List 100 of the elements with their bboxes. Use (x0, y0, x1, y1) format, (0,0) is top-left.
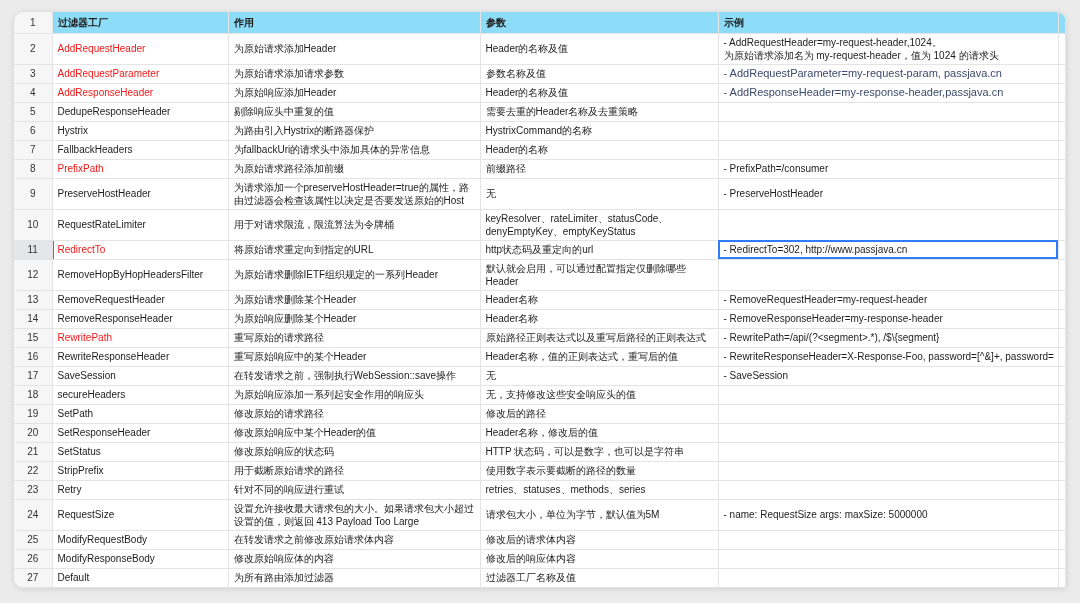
table-cell: 为原始响应删除某个Header (228, 309, 480, 328)
table-cell: RedirectTo (52, 240, 228, 259)
table-cell: RemoveRequestHeader (52, 290, 228, 309)
table-cell: Header名称 (480, 290, 718, 309)
table-cell: 请求包大小，单位为字节，默认值为5M (480, 499, 718, 530)
table-cell: 无 (480, 178, 718, 209)
column-header: 过滤器工厂 (52, 12, 228, 33)
table-cell: SetPath (52, 404, 228, 423)
table-cell: Default (52, 568, 228, 587)
table-cell: SetResponseHeader (52, 423, 228, 442)
table-cell: - RemoveResponseHeader=my-response-header (718, 309, 1058, 328)
table-cell: SaveSession (52, 366, 228, 385)
table-cell: Header名称，值的正则表达式，重写后的值 (480, 347, 718, 366)
table-cell: 需要去重的Header名称及去重策略 (480, 102, 718, 121)
table-cell: 修改原始响应的状态码 (228, 442, 480, 461)
table-cell: ModifyResponseBody (52, 549, 228, 568)
table-cell: 为原始请求删除IETF组织规定的一系列Header (228, 259, 480, 290)
table-cell: - name: RequestSize args: maxSize: 5000000 (718, 499, 1058, 530)
table-cell: 为原始请求删除某个Header (228, 290, 480, 309)
row-number[interactable]: 24 (14, 499, 52, 530)
table-cell: 为所有路由添加过滤器 (228, 568, 480, 587)
table-cell: - RewriteResponseHeader=X-Response-Foo, password=[^&]+, password= (718, 347, 1058, 366)
table-cell: 无 (480, 366, 718, 385)
column-header: 示例 (718, 12, 1058, 33)
table-cell: 在转发请求之前，强制执行WebSession::save操作 (228, 366, 480, 385)
table-cell: 无，支持修改这些安全响应头的值 (480, 385, 718, 404)
table-cell: RemoveHopByHopHeadersFilter (52, 259, 228, 290)
table-cell: 针对不同的响应进行重试 (228, 480, 480, 499)
table-cell: HystrixCommand的名称 (480, 121, 718, 140)
table-cell: - PreserveHostHeader (718, 178, 1058, 209)
table-cell: - RedirectTo=302, http://www.passjava.cn (718, 240, 1058, 259)
table-cell: 修改后的请求体内容 (480, 530, 718, 549)
table-cell: 为路由引入Hystrix的断路器保护 (228, 121, 480, 140)
table-cell: Hystrix (52, 121, 228, 140)
row-number: 1 (14, 12, 52, 33)
table-cell: 将原始请求重定向到指定的URL (228, 240, 480, 259)
table-cell: 重写原始的请求路径 (228, 328, 480, 347)
table-cell: DedupeResponseHeader (52, 102, 228, 121)
table-cell: - SaveSession (718, 366, 1058, 385)
table-cell: RequestSize (52, 499, 228, 530)
table-cell: 在转发请求之前修改原始请求体内容 (228, 530, 480, 549)
table-cell: 使用数字表示要截断的路径的数量 (480, 461, 718, 480)
table-cell: - RewritePath=/api/(?<segment>.*), /$\{segment} (718, 328, 1058, 347)
table-cell: 设置允许接收最大请求包的大小。如果请求包大小超过设置的值，则返回 413 Payload Too Large (228, 499, 480, 530)
table-cell: RewriteResponseHeader (52, 347, 228, 366)
table-cell: 为请求添加一个preserveHostHeader=true的属性，路由过滤器会检查该属性以决定是否要发送原始的Host (228, 178, 480, 209)
table-cell: RemoveResponseHeader (52, 309, 228, 328)
table-cell: AddResponseHeader (52, 83, 228, 102)
table-cell: 修改原始的请求路径 (228, 404, 480, 423)
table-cell: 过滤器工厂名称及值 (480, 568, 718, 587)
table-cell-line: 为原始请求添加名为 my-request-header，值为 1024 的请求头 (723, 48, 1000, 62)
table-cell: 用于截断原始请求的路径 (228, 461, 480, 480)
table-cell: 为原始请求添加Header (228, 33, 480, 64)
table-cell: 为原始请求添加请求参数 (228, 64, 480, 83)
table-cell: 用于对请求限流，限流算法为令牌桶 (228, 209, 480, 240)
table-cell: 修改原始响应体的内容 (228, 549, 480, 568)
table-cell: 参数名称及值 (480, 64, 718, 83)
table-cell: 为原始请求路径添加前缀 (228, 159, 480, 178)
table-cell: - RemoveRequestHeader=my-request-header (718, 290, 1058, 309)
table-cell: FallbackHeaders (52, 140, 228, 159)
table-cell: - PrefixPath=/consumer (718, 159, 1058, 178)
table-cell: StripPrefix (52, 461, 228, 480)
table-cell: Header的名称 (480, 140, 718, 159)
table-cell: Header的名称及值 (480, 83, 718, 102)
table-cell: - AddRequestParameter=my-request-param, passjava.cn (718, 64, 1058, 83)
table-cell: AddRequestHeader (52, 33, 228, 64)
table-cell: ModifyRequestBody (52, 530, 228, 549)
table-cell: 前缀路径 (480, 159, 718, 178)
table-cell: 为fallbackUri的请求头中添加具体的异常信息 (228, 140, 480, 159)
table-cell: 为原始响应添加一系列起安全作用的响应头 (228, 385, 480, 404)
table-cell: 剔除响应头中重复的值 (228, 102, 480, 121)
table-cell: - AddResponseHeader=my-response-header,passjava.cn (718, 83, 1058, 102)
table-cell: 修改后的响应体内容 (480, 549, 718, 568)
table-cell: PreserveHostHeader (52, 178, 228, 209)
table-cell: 修改后的路径 (480, 404, 718, 423)
table-cell: keyResolver、rateLimiter、statusCode、denyEmptyKey、emptyKeyStatus (480, 209, 718, 240)
table-cell: AddRequestParameter (52, 64, 228, 83)
table-cell: SetStatus (52, 442, 228, 461)
table-cell: 原始路径正则表达式以及重写后路径的正则表达式 (480, 328, 718, 347)
table-cell: HTTP 状态码，可以是数字，也可以是字符串 (480, 442, 718, 461)
table-cell: 默认就会启用，可以通过配置指定仅删除哪些Header (480, 259, 718, 290)
column-header: 参数 (480, 12, 718, 33)
table-cell: 重写原始响应中的某个Header (228, 347, 480, 366)
table-cell: RequestRateLimiter (52, 209, 228, 240)
row-number[interactable]: 10 (14, 209, 52, 240)
table-cell: PrefixPath (52, 159, 228, 178)
row-number[interactable]: 2 (14, 33, 52, 64)
table-cell: secureHeaders (52, 385, 228, 404)
table-cell: retries、statuses、methods、series (480, 480, 718, 499)
column-header: 作用 (228, 12, 480, 33)
table-cell-line: - AddRequestHeader=my-request-header,1024。 (723, 35, 943, 49)
table-cell: Header名称 (480, 309, 718, 328)
row-number[interactable]: 9 (14, 178, 52, 209)
table-cell: 为原始响应添加Header (228, 83, 480, 102)
table-cell: Retry (52, 480, 228, 499)
table-cell: Header的名称及值 (480, 33, 718, 64)
table-cell: 修改原始响应中某个Header的值 (228, 423, 480, 442)
table-cell: Header名称，修改后的值 (480, 423, 718, 442)
table-cell: RewritePath (52, 328, 228, 347)
row-number[interactable]: 12 (14, 259, 52, 290)
